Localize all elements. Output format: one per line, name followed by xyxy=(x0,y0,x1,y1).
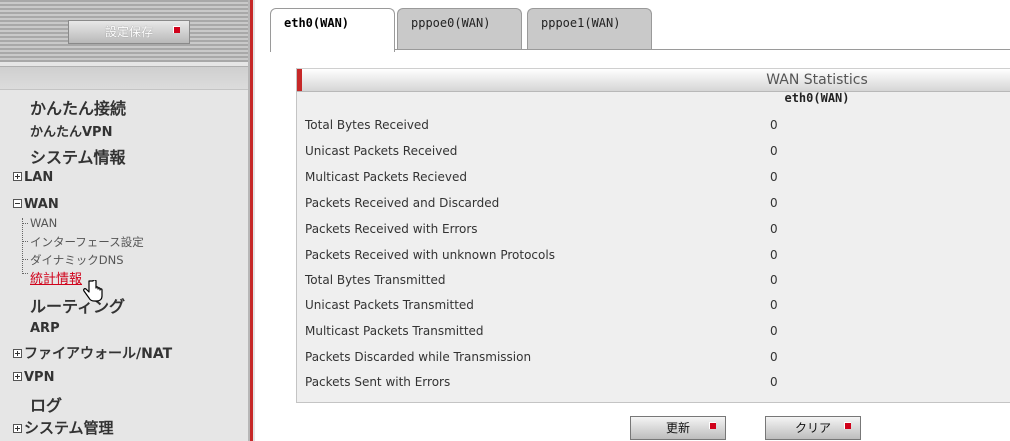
tab-pppoe0-wan-label: pppoe0(WAN) xyxy=(411,16,491,30)
stat-value: 0 xyxy=(770,324,778,338)
submenu-dynamic-dns[interactable]: ダイナミックDNS xyxy=(30,252,124,268)
stats-header: WAN Statistics xyxy=(297,68,1010,92)
wan-statistics-panel: WAN Statistics eth0(WAN) Total Bytes Rec… xyxy=(296,68,1010,403)
red-marker-icon xyxy=(844,422,851,429)
save-settings-label: 設定保存 xyxy=(104,25,153,39)
stat-label: Unicast Packets Transmitted xyxy=(305,298,474,312)
tree-branch xyxy=(22,241,28,242)
stat-row: Multicast Packets Recieved 0 xyxy=(305,170,1005,192)
menu-lan[interactable]: LAN xyxy=(13,170,53,185)
stat-row: Multicast Packets Transmitted 0 xyxy=(305,324,1005,346)
stats-subtitle: eth0(WAN) xyxy=(784,91,850,105)
refresh-button-label: 更新 xyxy=(665,421,690,435)
menu-lan-label: LAN xyxy=(24,170,54,185)
tree-branch xyxy=(22,259,28,260)
red-marker-icon xyxy=(173,26,180,33)
save-settings-button[interactable]: 設定保存 xyxy=(68,20,190,44)
expand-plus-icon[interactable] xyxy=(13,424,22,433)
tab-baseline xyxy=(394,49,1010,50)
stat-value: 0 xyxy=(770,144,778,158)
expand-plus-icon[interactable] xyxy=(13,372,22,381)
menu-system-info[interactable]: システム情報 xyxy=(30,144,126,168)
menu-vpn[interactable]: VPN xyxy=(13,370,54,385)
collapse-minus-icon[interactable] xyxy=(13,199,22,208)
tab-eth0-wan-label: eth0(WAN) xyxy=(284,16,350,30)
tab-pppoe0-wan[interactable]: pppoe0(WAN) xyxy=(397,8,522,50)
refresh-button[interactable]: 更新 xyxy=(630,416,726,440)
red-marker-icon xyxy=(709,422,716,429)
stat-row: Total Bytes Transmitted 0 xyxy=(305,273,1005,295)
menu-wan[interactable]: WAN xyxy=(13,197,59,212)
stat-row: Packets Received and Discarded 0 xyxy=(305,196,1005,218)
stat-value: 0 xyxy=(770,248,778,262)
menu-firewall-nat[interactable]: ファイアウォール/NAT xyxy=(13,343,172,363)
stat-row: Packets Sent with Errors 0 xyxy=(305,375,1005,397)
stat-label: Packets Sent with Errors xyxy=(305,375,451,389)
menu-firewall-nat-label: ファイアウォール/NAT xyxy=(24,346,173,362)
stat-label: Multicast Packets Recieved xyxy=(305,170,467,184)
tree-branch xyxy=(22,223,28,224)
tree-branch xyxy=(22,273,28,274)
stat-value: 0 xyxy=(770,222,778,236)
tab-pppoe1-wan-label: pppoe1(WAN) xyxy=(541,16,621,30)
stat-value: 0 xyxy=(770,170,778,184)
expand-plus-icon[interactable] xyxy=(13,349,22,358)
stats-title: WAN Statistics xyxy=(766,72,868,88)
sidebar-edge xyxy=(248,0,255,441)
menu-log[interactable]: ログ xyxy=(30,392,62,416)
stat-label: Total Bytes Received xyxy=(305,118,429,132)
save-area: 設定保存 xyxy=(0,0,248,62)
stat-value: 0 xyxy=(770,350,778,364)
stat-row: Total Bytes Received 0 xyxy=(305,118,1005,140)
stat-value: 0 xyxy=(770,118,778,132)
stat-row: Packets Received with unknown Protocols … xyxy=(305,248,1005,270)
menu-system-admin[interactable]: システム管理 xyxy=(13,417,114,438)
clear-button-label: クリア xyxy=(794,421,831,435)
stat-label: Packets Discarded while Transmission xyxy=(305,350,532,364)
expand-plus-icon[interactable] xyxy=(13,172,22,181)
stat-label: Packets Received and Discarded xyxy=(305,196,500,210)
stat-label: Multicast Packets Transmitted xyxy=(305,324,484,338)
stat-row: Packets Discarded while Transmission 0 xyxy=(305,350,1005,372)
clear-button[interactable]: クリア xyxy=(765,416,861,440)
menu-system-admin-label: システム管理 xyxy=(24,419,114,437)
nav-divider xyxy=(0,66,248,90)
submenu-wan[interactable]: WAN xyxy=(30,216,57,230)
menu-routing[interactable]: ルーティング xyxy=(30,293,125,317)
tree-line xyxy=(22,218,23,274)
stat-row: Unicast Packets Received 0 xyxy=(305,144,1005,166)
hand-pointer-icon xyxy=(83,280,103,302)
stat-value: 0 xyxy=(770,375,778,389)
stat-label: Unicast Packets Received xyxy=(305,144,458,158)
tab-eth0-wan[interactable]: eth0(WAN) xyxy=(270,8,395,52)
menu-arp[interactable]: ARP xyxy=(30,321,60,336)
stat-label: Packets Received with Errors xyxy=(305,222,478,236)
stat-row: Packets Received with Errors 0 xyxy=(305,222,1005,244)
stat-value: 0 xyxy=(770,273,778,287)
sidebar: 設定保存 かんたん接続 かんたんVPN システム情報 LAN WAN WAN イ… xyxy=(0,0,248,441)
menu-easy-connect[interactable]: かんたん接続 xyxy=(30,95,126,119)
stat-value: 0 xyxy=(770,196,778,210)
tab-pppoe1-wan[interactable]: pppoe1(WAN) xyxy=(527,8,652,50)
menu-wan-label: WAN xyxy=(24,197,59,212)
menu-easy-vpn[interactable]: かんたんVPN xyxy=(30,121,112,140)
stat-label: Packets Received with unknown Protocols xyxy=(305,248,555,262)
stat-value: 0 xyxy=(770,298,778,312)
stat-label: Total Bytes Transmitted xyxy=(305,273,446,287)
menu-vpn-label: VPN xyxy=(24,370,55,385)
submenu-statistics[interactable]: 統計情報 xyxy=(30,268,82,287)
submenu-interface-settings[interactable]: インターフェース設定 xyxy=(30,234,144,250)
stat-row: Unicast Packets Transmitted 0 xyxy=(305,298,1005,320)
